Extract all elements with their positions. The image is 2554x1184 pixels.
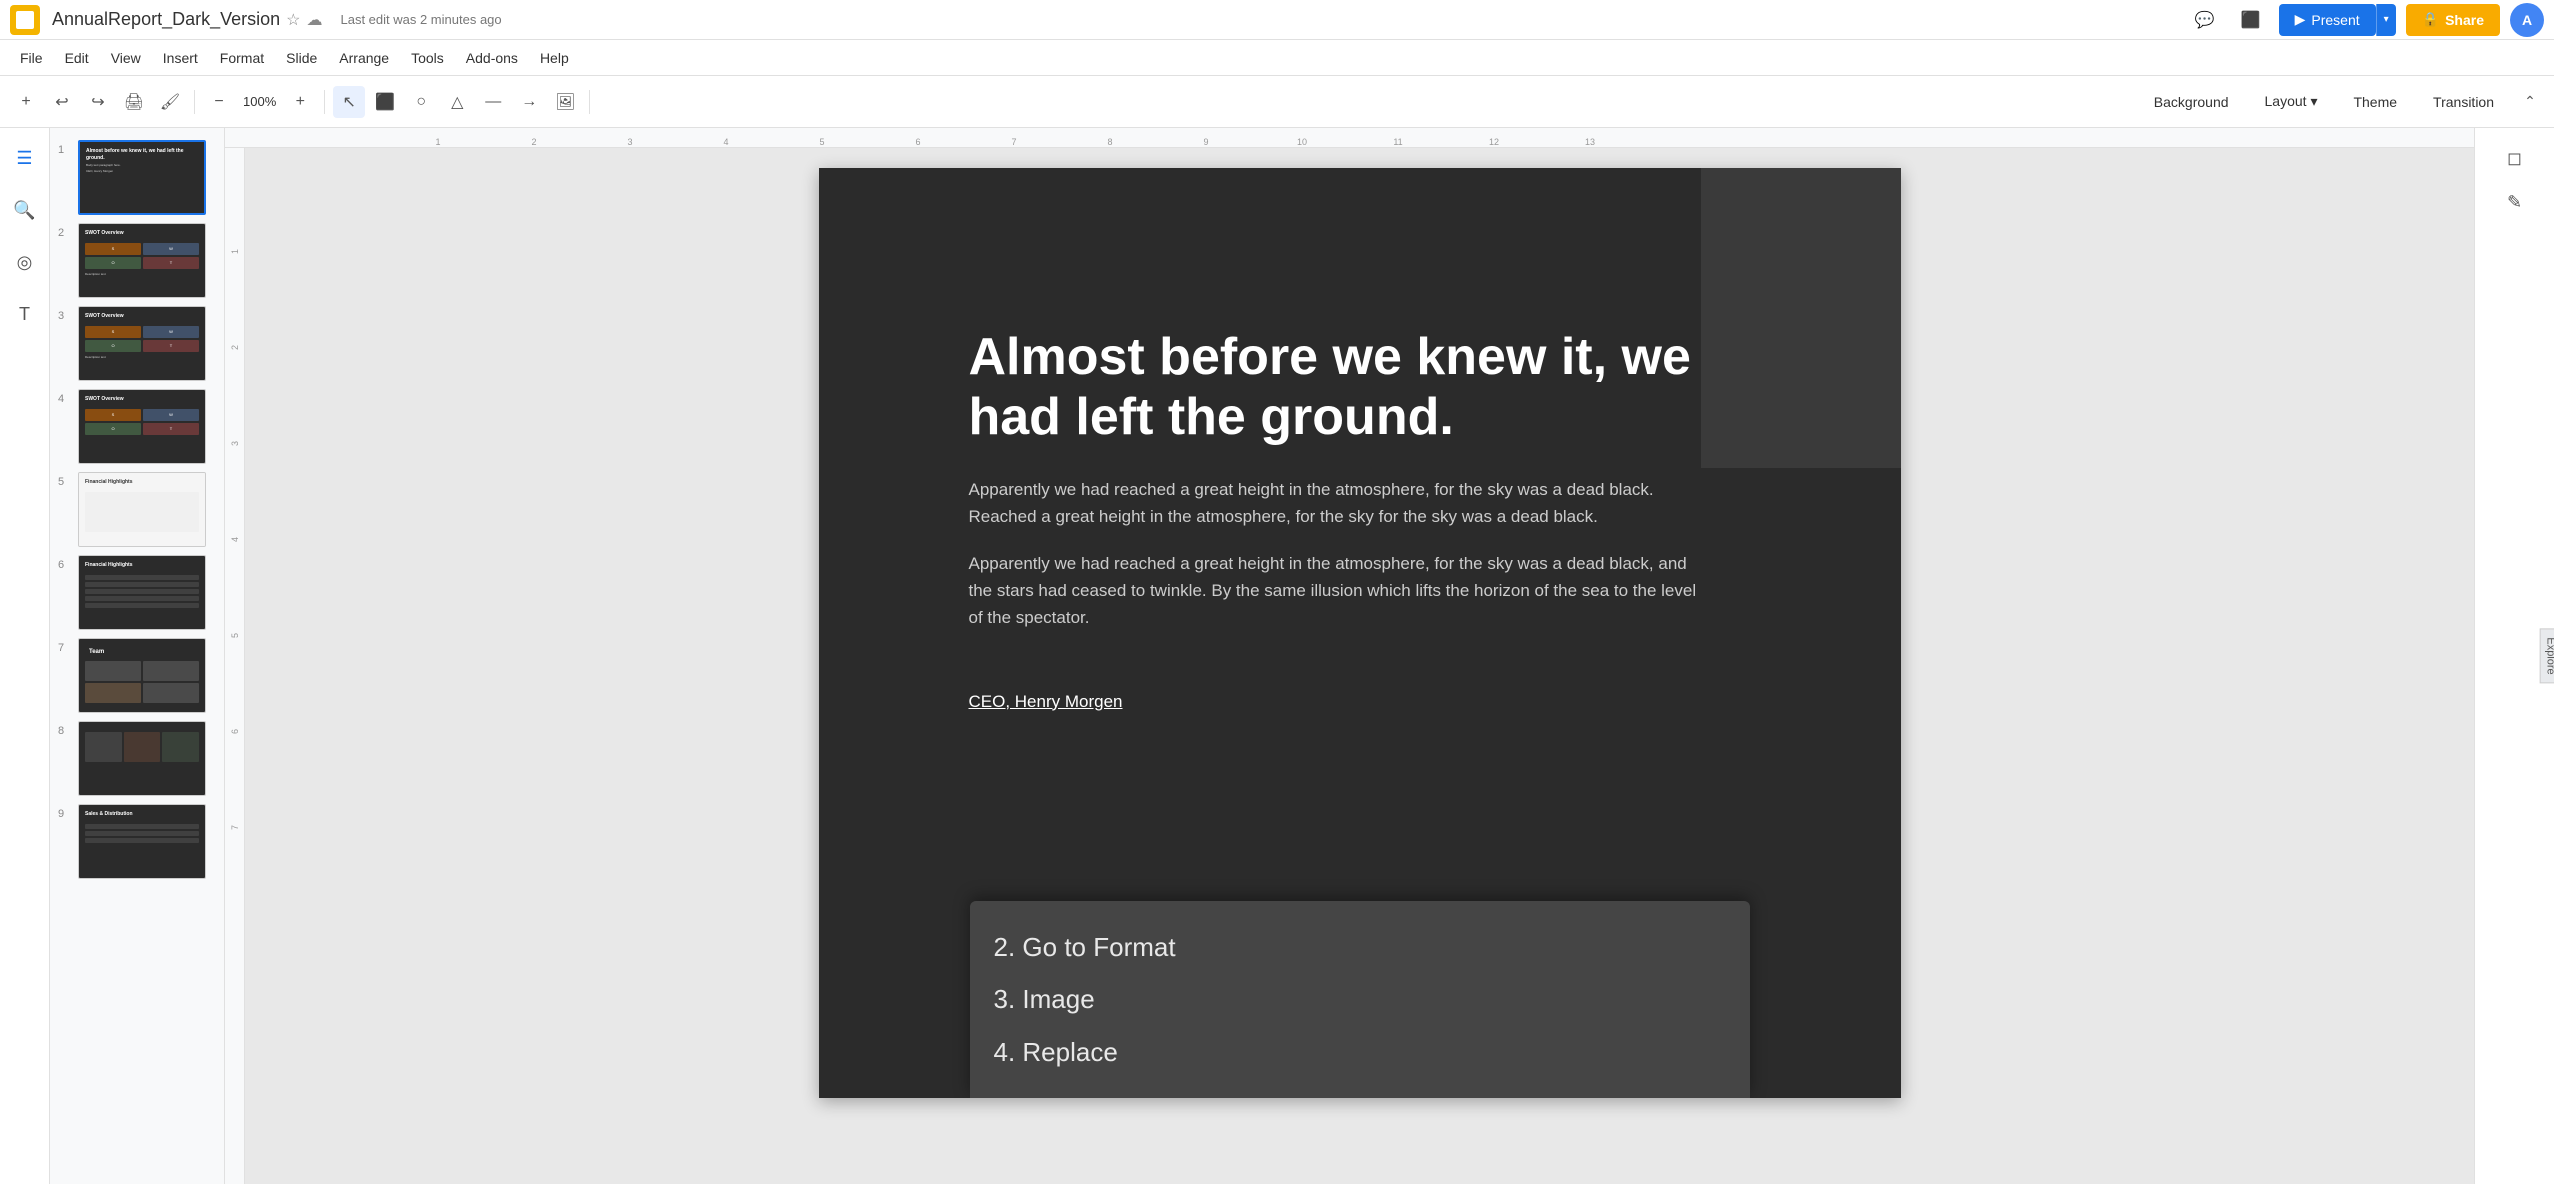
- arrow-tool-button[interactable]: →: [513, 86, 545, 118]
- slide-thumbnail: SWOT Overview S W O T Description text: [78, 306, 206, 381]
- menu-insert[interactable]: Insert: [153, 46, 208, 70]
- toolbar-separator-1: [194, 90, 195, 114]
- menu-arrange[interactable]: Arrange: [329, 46, 399, 70]
- slideshow-icon: ▶: [2295, 11, 2306, 28]
- slide-thumbnail: SWOT Overview S W O T: [78, 389, 206, 464]
- ruler-marks-top: 1 2 3 4 5 6 7 8 9 10 11 12 13: [390, 128, 1638, 147]
- left-icons-panel: ☰ 🔍 ◎ T: [0, 128, 50, 1184]
- slide-thumbnail: Financial Highlights: [78, 472, 206, 547]
- paint-format-button[interactable]: 🖌: [154, 86, 186, 118]
- menu-addons[interactable]: Add-ons: [456, 46, 528, 70]
- popup-item-image[interactable]: 3. Image: [994, 973, 1726, 1025]
- transition-button[interactable]: Transition: [2419, 86, 2508, 118]
- frame-button[interactable]: ⬛: [2233, 5, 2269, 35]
- slides-panel: 1 Almost before we knew it, we had left …: [50, 128, 225, 1184]
- new-slide-button[interactable]: +: [10, 86, 42, 118]
- slide-item[interactable]: 4 SWOT Overview S W O T: [50, 385, 224, 468]
- document-title: AnnualReport_Dark_Version: [52, 9, 280, 30]
- user-avatar[interactable]: A: [2510, 3, 2544, 37]
- slide-canvas[interactable]: Almost before we knew it, we had left th…: [819, 168, 1901, 1098]
- line-tool-button[interactable]: —: [477, 86, 509, 118]
- slides-panel-icon[interactable]: ☰: [7, 140, 43, 176]
- slide-item[interactable]: 7 Team: [50, 634, 224, 717]
- slide-item[interactable]: 5 Financial Highlights: [50, 468, 224, 551]
- menu-edit[interactable]: Edit: [55, 46, 99, 70]
- slide-body-text-2[interactable]: Apparently we had reached a great height…: [969, 550, 1701, 632]
- slide-item[interactable]: 3 SWOT Overview S W O T Description text: [50, 302, 224, 385]
- search-icon[interactable]: 🔍: [7, 192, 43, 228]
- shape-tool-button[interactable]: △: [441, 86, 473, 118]
- slide-thumbnail: Almost before we knew it, we had left th…: [78, 140, 206, 215]
- popup-item-replace[interactable]: 4. Replace: [994, 1026, 1726, 1078]
- menu-file[interactable]: File: [10, 46, 53, 70]
- popup-overlay: 2. Go to Format 3. Image 4. Replace: [819, 828, 1901, 1098]
- slide-thumbnail: [78, 721, 206, 796]
- star-icon[interactable]: ☆: [286, 10, 300, 30]
- layout-button[interactable]: Layout ▾: [2251, 86, 2332, 118]
- zoom-out-button[interactable]: −: [203, 86, 235, 118]
- select-tool-button[interactable]: ↖: [333, 86, 365, 118]
- canvas-with-ruler: 1 2 3 4 5 6 7 Almost before we knew it, …: [225, 148, 2474, 1184]
- undo-button[interactable]: ↩: [46, 86, 78, 118]
- main-area: ☰ 🔍 ◎ T 1 Almost before we knew it, we h…: [0, 128, 2554, 1184]
- present-dropdown-button[interactable]: ▾: [2376, 4, 2396, 36]
- collapse-toolbar-button[interactable]: ⌃: [2516, 88, 2544, 116]
- menu-bar: File Edit View Insert Format Slide Arran…: [0, 40, 2554, 76]
- toolbar-separator-2: [324, 90, 325, 114]
- slide-item[interactable]: 9 Sales & Distribution: [50, 800, 224, 883]
- theme-button[interactable]: Theme: [2339, 86, 2411, 118]
- right-panel-tab[interactable]: Explore: [2539, 628, 2554, 683]
- slide-item[interactable]: 6 Financial Highlights: [50, 551, 224, 634]
- menu-format[interactable]: Format: [210, 46, 274, 70]
- app-icon[interactable]: [10, 5, 40, 35]
- canvas-scroll[interactable]: Almost before we knew it, we had left th…: [245, 148, 2474, 1184]
- menu-view[interactable]: View: [101, 46, 151, 70]
- redo-button[interactable]: ↪: [82, 86, 114, 118]
- toolbar: + ↩ ↪ 🖨 🖌 − 100% + ↖ ⬛ ○ △ — → 🖼 Backgro…: [0, 76, 2554, 128]
- ruler-left: 1 2 3 4 5 6 7: [225, 148, 245, 1184]
- popup-item-format[interactable]: 2. Go to Format: [994, 921, 1726, 973]
- header-right: 💬 ⬛ ▶ Present ▾ 🔒 Share A: [2187, 3, 2544, 37]
- share-button[interactable]: 🔒 Share: [2406, 4, 2500, 36]
- menu-help[interactable]: Help: [530, 46, 579, 70]
- canvas-area: 1 2 3 4 5 6 7 8 9 10 11 12 13 1 2 3 4: [225, 128, 2474, 1184]
- last-edit-text: Last edit was 2 minutes ago: [340, 12, 501, 27]
- title-bar: AnnualReport_Dark_Version ☆ ☁ Last edit …: [0, 0, 2554, 40]
- slide-decoration: [1701, 168, 1901, 468]
- menu-slide[interactable]: Slide: [276, 46, 327, 70]
- zoom-level: 100%: [239, 94, 280, 109]
- ruler-top: 1 2 3 4 5 6 7 8 9 10 11 12 13: [225, 128, 2474, 148]
- right-panel-icon-2[interactable]: ✎: [2497, 184, 2533, 220]
- print-button[interactable]: 🖨: [118, 86, 150, 118]
- slide-thumbnail: SWOT Overview S W O T Description text: [78, 223, 206, 298]
- zoom-in-button[interactable]: +: [284, 86, 316, 118]
- right-panel: ◻ ✎ Explore: [2474, 128, 2554, 1184]
- slide-thumbnail: Team: [78, 638, 206, 713]
- popup-menu[interactable]: 2. Go to Format 3. Image 4. Replace: [970, 901, 1750, 1098]
- rectangle-tool-button[interactable]: ⬛: [369, 86, 401, 118]
- slide-item[interactable]: 2 SWOT Overview S W O T Description text: [50, 219, 224, 302]
- ceo-link[interactable]: CEO, Henry Morgen: [969, 692, 1123, 711]
- slide-thumbnail: Financial Highlights: [78, 555, 206, 630]
- slide-main-title[interactable]: Almost before we knew it, we had left th…: [969, 328, 1701, 448]
- lock-icon: 🔒: [2422, 11, 2439, 28]
- slide-item[interactable]: 1 Almost before we knew it, we had left …: [50, 136, 224, 219]
- shapes-icon[interactable]: ◎: [7, 244, 43, 280]
- slide-item[interactable]: 8: [50, 717, 224, 800]
- comment-button[interactable]: 💬: [2187, 5, 2223, 35]
- ellipse-tool-button[interactable]: ○: [405, 86, 437, 118]
- image-button[interactable]: 🖼: [549, 86, 581, 118]
- background-button[interactable]: Background: [2140, 86, 2243, 118]
- text-icon[interactable]: T: [7, 296, 43, 332]
- present-button[interactable]: ▶ Present: [2279, 4, 2376, 36]
- toolbar-right: Background Layout ▾ Theme Transition ⌃: [2140, 86, 2544, 118]
- slide-body-text-1[interactable]: Apparently we had reached a great height…: [969, 476, 1701, 530]
- doc-icons: ☆ ☁: [286, 10, 322, 30]
- cloud-icon[interactable]: ☁: [306, 10, 322, 30]
- toolbar-separator-3: [589, 90, 590, 114]
- doc-title-area: AnnualReport_Dark_Version ☆ ☁ Last edit …: [52, 9, 2183, 30]
- slide-thumbnail: Sales & Distribution: [78, 804, 206, 879]
- menu-tools[interactable]: Tools: [401, 46, 454, 70]
- right-panel-icon-1[interactable]: ◻: [2497, 140, 2533, 176]
